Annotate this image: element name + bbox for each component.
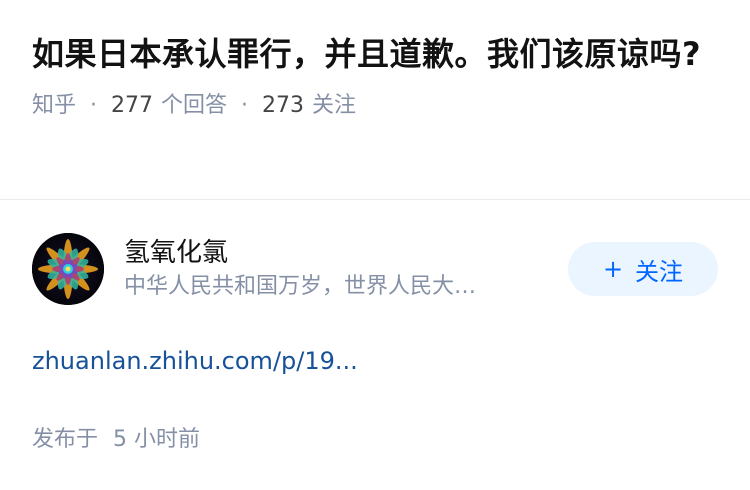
answer-count-label: 个回答	[161, 93, 228, 118]
author-info: 氢氧化氯 中华人民共和国万岁，世界人民大…	[124, 235, 532, 303]
source-label: 知乎	[32, 93, 77, 118]
answer-page: 如果日本承认罪行，并且道歉。我们该原谅吗? 知乎 · 277 个回答 · 273…	[0, 0, 750, 456]
publish-time: 5 小时前	[113, 427, 201, 452]
article-link-row: zhuanlan.zhihu.com/p/19...	[0, 304, 750, 378]
publish-info: 发布于 5 小时前	[0, 378, 750, 456]
follow-count: 273	[262, 93, 305, 118]
follow-button-label: 关注	[635, 257, 684, 286]
publish-label: 发布于	[32, 427, 99, 452]
plus-icon: +	[602, 255, 624, 283]
author-bio: 中华人民共和国万岁，世界人民大…	[124, 274, 477, 299]
meta-separator: ·	[241, 93, 249, 118]
question-header: 如果日本承认罪行，并且道歉。我们该原谅吗? 知乎 · 277 个回答 · 273…	[0, 0, 750, 200]
follow-button[interactable]: + 关注	[568, 242, 718, 296]
avatar-mandala-image	[32, 233, 104, 305]
follow-count-label: 关注	[312, 93, 357, 118]
avatar[interactable]	[32, 233, 104, 305]
question-title[interactable]: 如果日本承认罪行，并且道歉。我们该原谅吗?	[32, 30, 718, 78]
answer-count: 277	[111, 93, 154, 118]
author-row: 氢氧化氯 中华人民共和国万岁，世界人民大… + 关注	[0, 200, 750, 305]
author-name[interactable]: 氢氧化氯	[124, 235, 532, 271]
question-meta: 知乎 · 277 个回答 · 273 关注	[32, 90, 718, 122]
article-link[interactable]: zhuanlan.zhihu.com/p/19...	[32, 347, 358, 375]
meta-separator: ·	[90, 93, 98, 118]
